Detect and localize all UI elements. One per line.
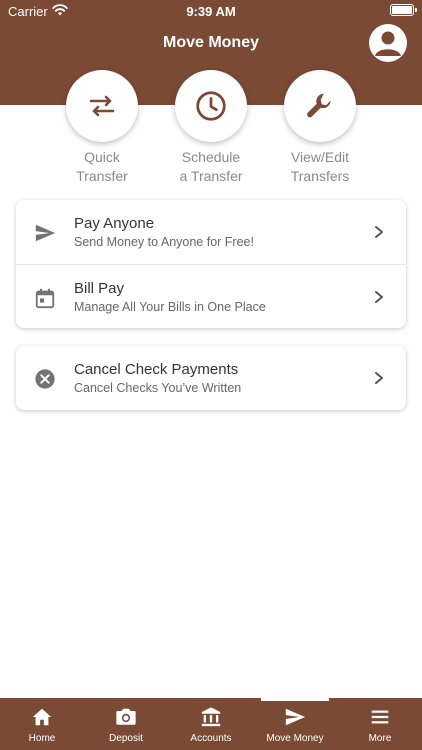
chevron-right-icon [375, 226, 383, 238]
camera-icon [116, 708, 136, 725]
quick-transfer-action[interactable]: Quick Transfer [52, 70, 152, 186]
calendar-icon [35, 288, 55, 309]
pay-anyone-title: Pay Anyone [74, 215, 155, 232]
quick-transfer-button[interactable] [66, 70, 138, 142]
bill-pay-subtitle: Manage All Your Bills in One Place [74, 300, 266, 314]
bill-pay-title: Bill Pay [74, 280, 125, 297]
label-line-1: Schedule [181, 149, 241, 165]
view-edit-transfers-action[interactable]: View/Edit Transfers [270, 70, 370, 186]
check-card: Cancel Check Payments Cancel Checks You’… [16, 346, 406, 410]
chevron-right-icon [375, 291, 383, 303]
pay-anyone-subtitle: Send Money to Anyone for Free! [74, 235, 254, 249]
profile-button[interactable] [369, 24, 407, 62]
user-avatar-icon [375, 31, 401, 56]
tab-deposit[interactable]: Deposit [84, 698, 168, 750]
tab-more[interactable]: More [338, 698, 422, 750]
view-edit-transfers-label: View/Edit Transfers [270, 148, 370, 186]
send-icon [285, 708, 306, 726]
tab-more-label: More [368, 733, 392, 744]
tab-accounts-label: Accounts [190, 733, 232, 744]
view-edit-transfers-button[interactable] [284, 70, 356, 142]
bill-pay-row[interactable]: Bill Pay Manage All Your Bills in One Pl… [16, 264, 406, 328]
schedule-transfer-action[interactable]: Schedule a Transfer [161, 70, 261, 186]
tab-deposit-label: Deposit [109, 733, 143, 744]
battery-icon [390, 4, 417, 16]
status-bar: Carrier 9:39 AM [0, 0, 422, 22]
label-line-2: Transfer [76, 168, 128, 184]
cancel-check-subtitle: Cancel Checks You’ve Written [74, 381, 242, 395]
menu-icon [371, 710, 389, 724]
clock-icon [196, 91, 226, 121]
clock-time: 9:39 AM [186, 4, 236, 19]
schedule-transfer-button[interactable] [175, 70, 247, 142]
send-icon [35, 224, 56, 242]
tab-home-label: Home [28, 733, 56, 744]
label-line-2: a Transfer [179, 168, 243, 184]
cancel-check-row[interactable]: Cancel Check Payments Cancel Checks You’… [16, 346, 406, 410]
pay-anyone-row[interactable]: Pay Anyone Send Money to Anyone for Free… [16, 200, 406, 264]
active-tab-indicator [261, 698, 329, 701]
swap-arrows-icon [89, 95, 115, 117]
bottom-tab-bar: Home Deposit Accounts Move Money More [0, 698, 422, 750]
tab-move-money-label: Move Money [266, 733, 324, 744]
payments-card: Pay Anyone Send Money to Anyone for Free… [16, 200, 406, 328]
bank-icon [201, 707, 221, 727]
quick-transfer-label: Quick Transfer [52, 148, 152, 186]
label-line-1: View/Edit [290, 149, 350, 165]
label-line-1: Quick [84, 149, 120, 165]
page-title: Move Money [162, 34, 259, 51]
home-icon [32, 708, 52, 726]
chevron-right-icon [375, 372, 383, 384]
cancel-check-title: Cancel Check Payments [74, 361, 239, 378]
wrench-icon [307, 93, 331, 118]
tab-home[interactable]: Home [0, 698, 84, 750]
label-line-2: Transfers [290, 168, 350, 184]
tab-accounts[interactable]: Accounts [169, 698, 253, 750]
tab-move-money[interactable]: Move Money [253, 698, 337, 750]
cancel-circle-icon [35, 369, 55, 389]
schedule-transfer-label: Schedule a Transfer [161, 148, 261, 186]
